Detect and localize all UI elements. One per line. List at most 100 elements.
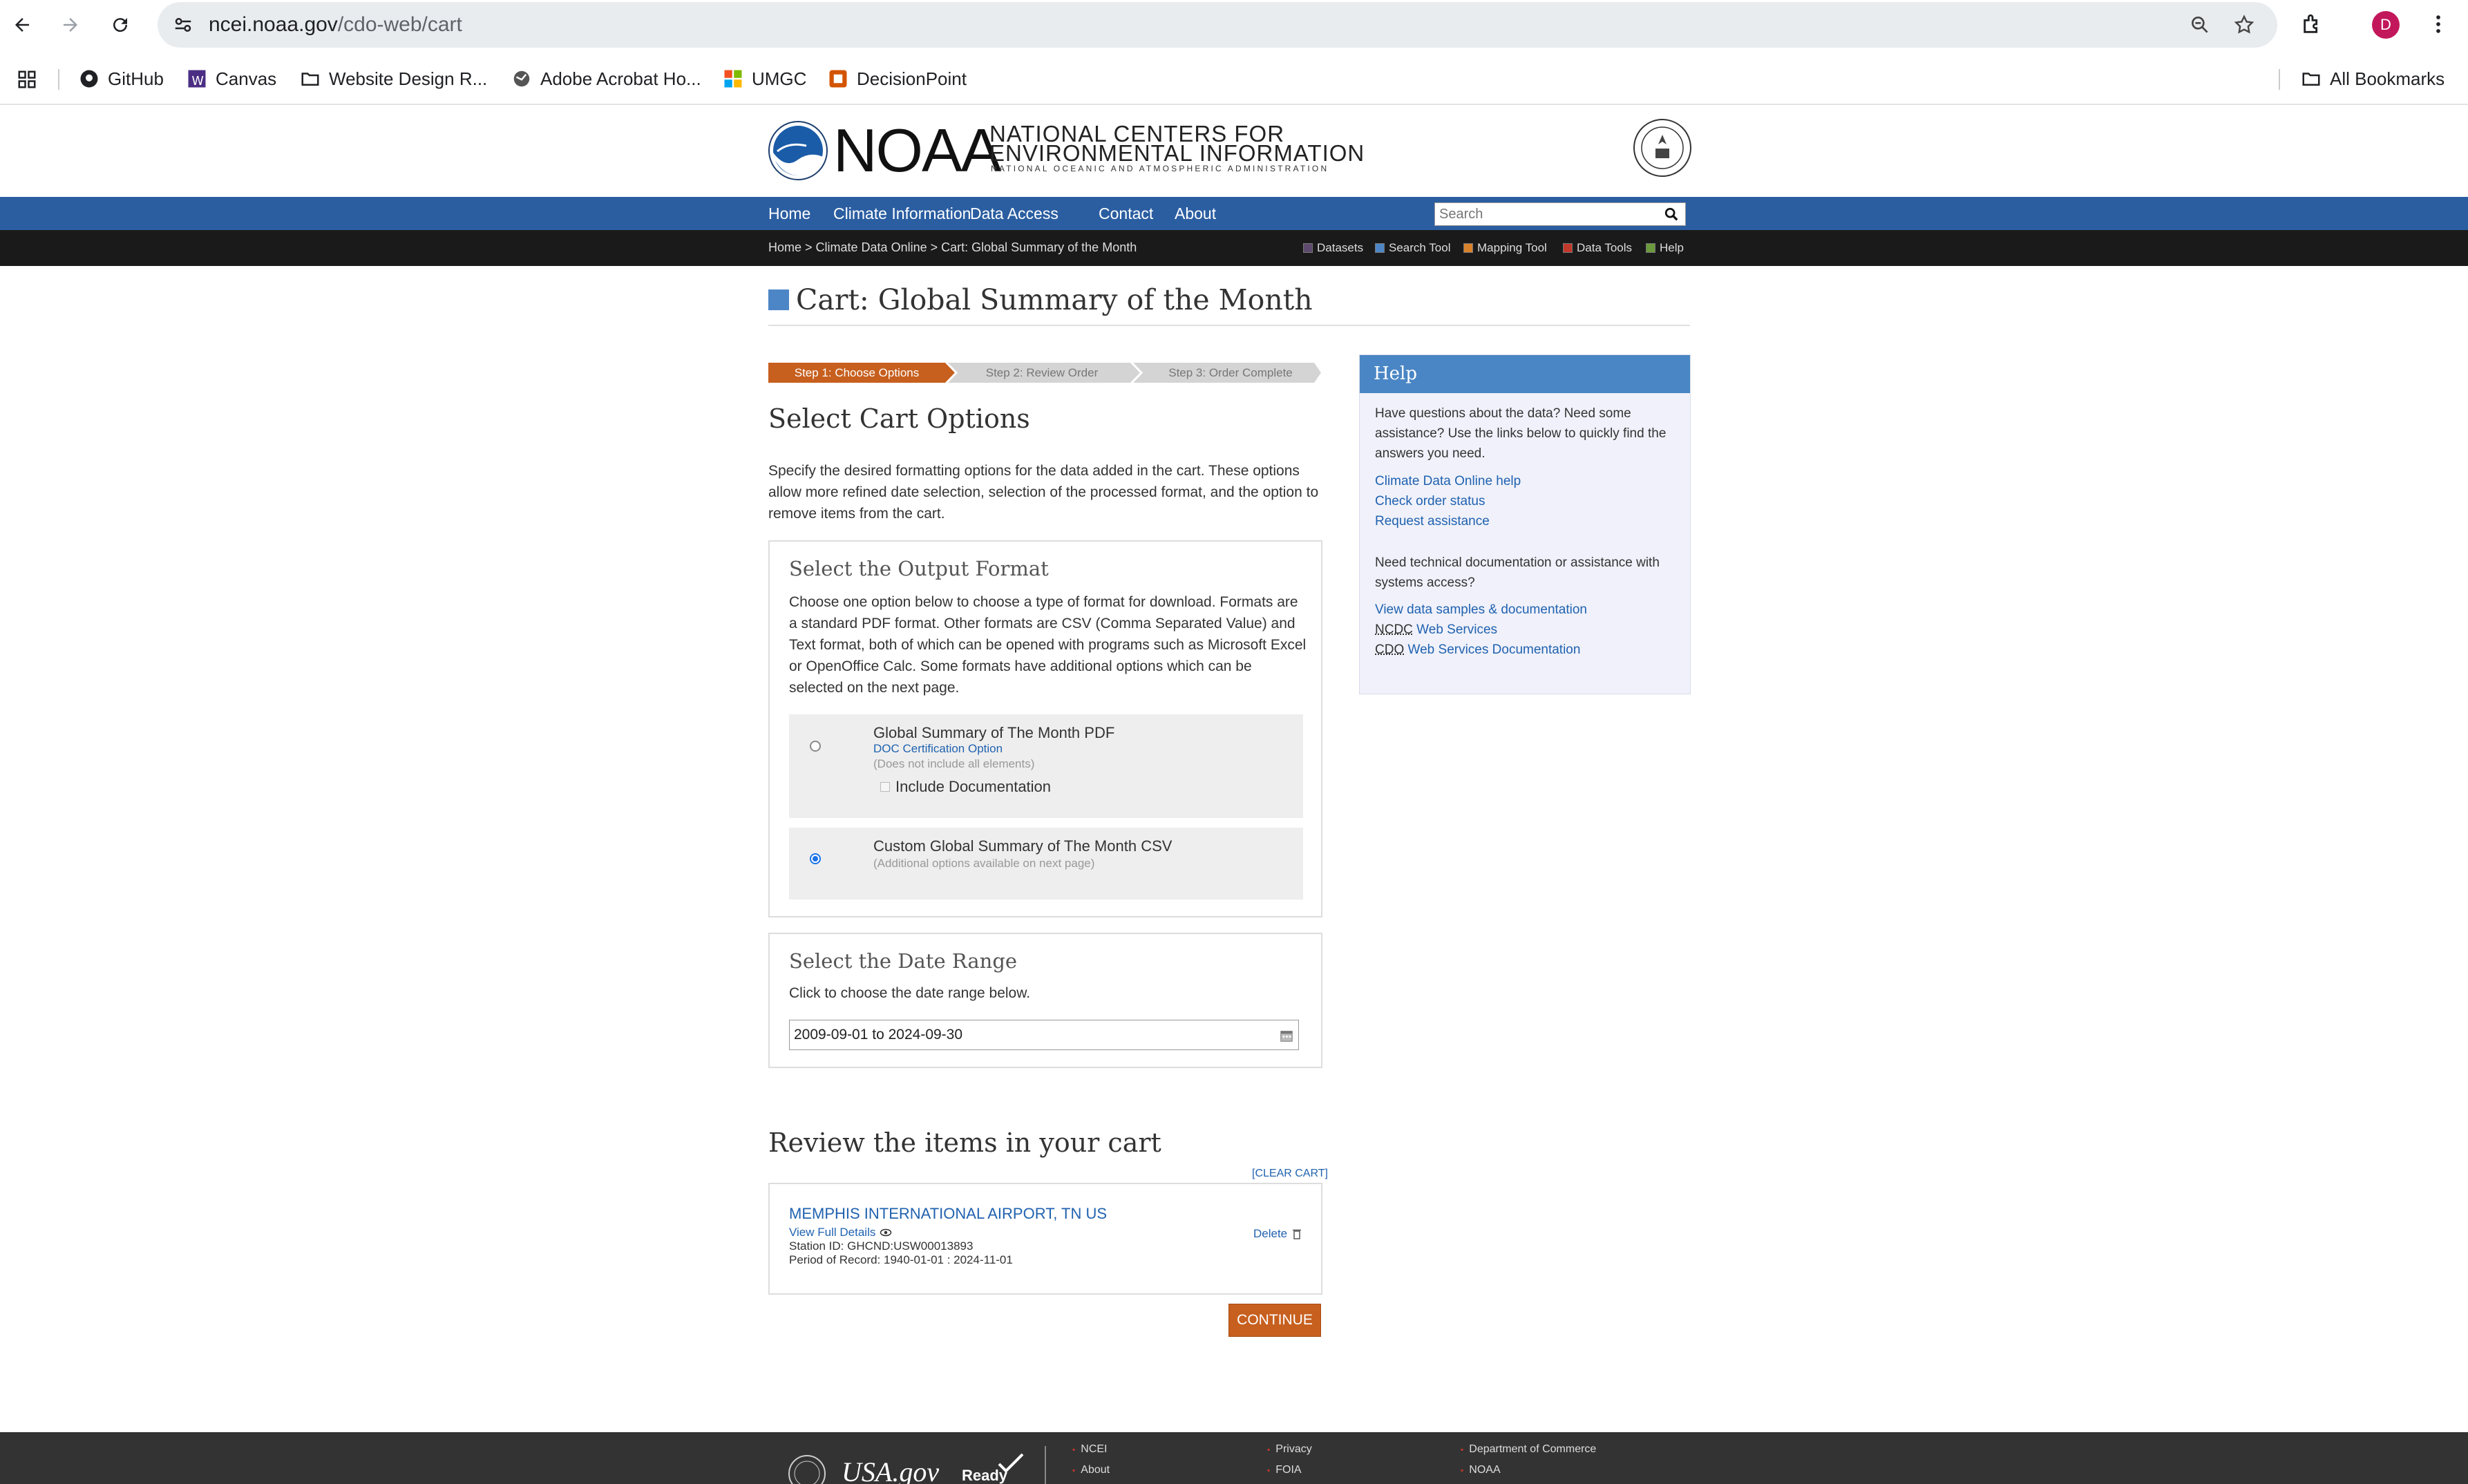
tool-data-tools[interactable]: Data Tools	[1563, 230, 1632, 266]
output-format-description: Choose one option below to choose a type…	[789, 594, 1307, 696]
footer-link-privacy[interactable]: Privacy	[1267, 1443, 1311, 1456]
browser-chrome: ncei.noaa.gov/cdo-web/cart D GitHub W Ca…	[0, 0, 2468, 105]
format-csv-note: (Additional options available on next pa…	[873, 857, 1095, 870]
site-header: NOAA NATIONAL CENTERS FOR ENVIRONMENTAL …	[0, 106, 2468, 197]
doc-seal[interactable]	[1633, 118, 1692, 178]
site-search-input[interactable]	[1434, 202, 1686, 226]
cart-section-title: Review the items in your cart	[768, 1128, 1161, 1158]
site-footer: USA.gov Ready NCEI About Privacy FOIA De…	[0, 1432, 2468, 1484]
apps-grid-icon[interactable]	[17, 69, 37, 90]
bookmark-adobe[interactable]: Adobe Acrobat Ho...	[511, 66, 701, 91]
ncdc-abbr: NCDC	[1375, 622, 1413, 637]
date-range-input[interactable]: 2009-09-01 to 2024-09-30	[789, 1020, 1299, 1050]
delete-item-button[interactable]: Delete	[1253, 1227, 1302, 1241]
help-link-order-status[interactable]: Check order status	[1375, 494, 1485, 509]
help-link-ncdc-web-services[interactable]: NCDC Web Services	[1375, 622, 1497, 638]
globe-icon	[513, 70, 530, 87]
search-tool-icon	[1375, 243, 1385, 253]
forward-button[interactable]	[55, 10, 86, 40]
continue-button[interactable]: CONTINUE	[1228, 1304, 1321, 1337]
bookmark-label: UMGC	[752, 68, 807, 89]
tool-mapping[interactable]: Mapping Tool	[1463, 230, 1547, 266]
view-full-details-label: View Full Details	[789, 1226, 876, 1239]
extensions-icon[interactable]	[2301, 12, 2324, 36]
search-icon[interactable]	[1664, 207, 1679, 222]
include-documentation-label: Include Documentation	[895, 778, 1052, 795]
tool-help[interactable]: Help	[1646, 230, 1684, 266]
profile-avatar[interactable]: D	[2372, 11, 2400, 39]
menu-kebab-icon[interactable]	[2427, 12, 2450, 36]
reload-icon	[113, 18, 128, 32]
address-bar[interactable]: ncei.noaa.gov/cdo-web/cart	[158, 2, 2277, 48]
date-range-panel: Select the Date Range Click to choose th…	[768, 933, 1322, 1068]
clear-cart-link[interactable]: [CLEAR CART]	[1252, 1168, 1328, 1180]
bookmark-label: Canvas	[216, 68, 277, 89]
help-title: Help	[1360, 355, 1690, 393]
station-id: Station ID: GHCND:USW00013893	[789, 1239, 974, 1253]
footer-link-about[interactable]: About	[1072, 1464, 1110, 1476]
nav-climate-information[interactable]: Climate Information	[833, 197, 971, 230]
bookmark-canvas[interactable]: W Canvas	[187, 66, 276, 91]
format-csv-label: Custom Global Summary of The Month CSV	[873, 837, 1173, 855]
reload-button[interactable]	[105, 10, 135, 40]
doc-certification-link[interactable]: DOC Certification Option	[873, 742, 1003, 756]
commerce-seal-icon[interactable]	[788, 1454, 826, 1484]
bookmark-website-design[interactable]: Website Design R...	[300, 66, 487, 91]
cart-item-station-link[interactable]: MEMPHIS INTERNATIONAL AIRPORT, TN US	[789, 1205, 1107, 1223]
usagov-logo[interactable]: USA.gov	[842, 1456, 939, 1484]
title-divider	[768, 325, 1690, 326]
help-link-cdo-web-services[interactable]: CDO Web Services Documentation	[1375, 643, 1580, 658]
help-link-data-samples[interactable]: View data samples & documentation	[1375, 602, 1587, 618]
mapping-tool-icon	[1463, 243, 1473, 253]
format-option-csv[interactable]: Custom Global Summary of The Month CSV (…	[789, 828, 1303, 900]
breadcrumb-bar: Home > Climate Data Online > Cart: Globa…	[0, 230, 2468, 266]
format-pdf-radio[interactable]	[810, 741, 821, 752]
tool-datasets[interactable]: Datasets	[1303, 230, 1363, 266]
bookmark-label: Adobe Acrobat Ho...	[540, 68, 701, 89]
tool-label: Datasets	[1317, 241, 1364, 254]
bookmark-decisionpoint[interactable]: DecisionPoint	[828, 66, 967, 91]
page-title-text: Cart: Global Summary of the Month	[796, 283, 1313, 316]
nav-home[interactable]: Home	[768, 197, 810, 230]
noaa-wordmark: NOAA	[833, 116, 1001, 184]
tool-search[interactable]: Search Tool	[1375, 230, 1450, 266]
url-text[interactable]: ncei.noaa.gov/cdo-web/cart	[209, 2, 462, 48]
bookmark-github[interactable]: GitHub	[79, 66, 164, 91]
nav-data-access[interactable]: Data Access	[970, 197, 1059, 230]
view-full-details-link[interactable]: View Full Details	[789, 1226, 892, 1239]
bookmark-star-icon[interactable]	[2233, 14, 2255, 36]
title-square-icon	[768, 289, 789, 310]
format-pdf-label: Global Summary of The Month PDF	[873, 724, 1115, 741]
ncdc-link-text: Web Services	[1412, 622, 1498, 637]
canvas-icon: W	[188, 70, 206, 88]
footer-link-ncei[interactable]: NCEI	[1072, 1443, 1107, 1456]
footer-link-commerce[interactable]: Department of Commerce	[1461, 1443, 1596, 1456]
footer-link-noaa[interactable]: NOAA	[1461, 1464, 1500, 1476]
zoom-icon[interactable]	[2189, 14, 2211, 36]
bookmark-divider	[58, 69, 59, 90]
help-link-cdo-help[interactable]: Climate Data Online help	[1375, 474, 1521, 489]
bookmark-label: GitHub	[108, 68, 164, 89]
section-title: Select Cart Options	[768, 403, 1030, 434]
bookmark-umgc[interactable]: UMGC	[723, 66, 806, 91]
back-button[interactable]	[7, 10, 37, 40]
arrow-right-icon	[64, 18, 77, 32]
site-settings-icon[interactable]	[173, 15, 193, 35]
bookmark-divider	[2279, 69, 2280, 90]
all-bookmarks-button[interactable]: All Bookmarks	[2301, 66, 2445, 91]
include-documentation-checkbox[interactable]	[880, 782, 890, 792]
calendar-icon[interactable]	[1279, 1028, 1294, 1043]
noaa-logo[interactable]	[768, 121, 828, 180]
breadcrumb[interactable]: Home > Climate Data Online > Cart: Globa…	[768, 230, 1137, 266]
nav-about[interactable]: About	[1175, 197, 1216, 230]
step-3: Step 3: Order Complete	[1168, 366, 1293, 379]
format-option-pdf[interactable]: Global Summary of The Month PDF DOC Cert…	[789, 714, 1303, 818]
microsoft-icon	[724, 70, 742, 88]
help-link-request-assistance[interactable]: Request assistance	[1375, 514, 1490, 529]
nav-contact[interactable]: Contact	[1099, 197, 1153, 230]
decisionpoint-icon	[829, 70, 847, 88]
tool-label: Search Tool	[1389, 241, 1451, 254]
format-csv-radio[interactable]	[810, 853, 821, 864]
cart-item: MEMPHIS INTERNATIONAL AIRPORT, TN US Vie…	[768, 1183, 1322, 1295]
footer-link-foia[interactable]: FOIA	[1267, 1464, 1301, 1476]
